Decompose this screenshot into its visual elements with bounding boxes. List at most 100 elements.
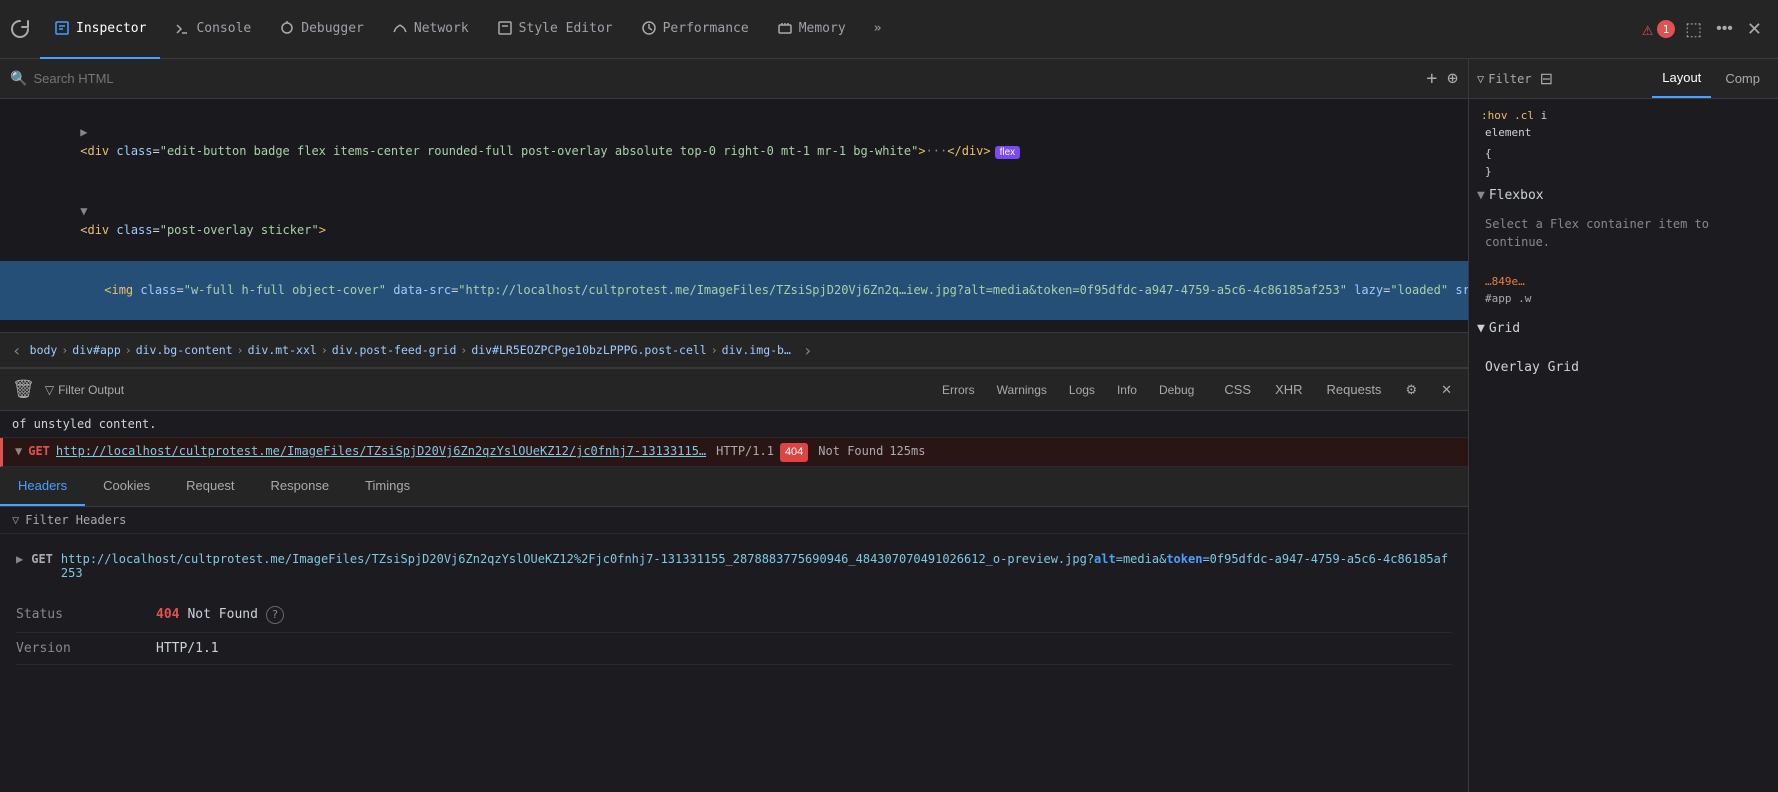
tab-network[interactable]: Network — [378, 0, 483, 59]
main-area: 🔍 + ⊕ ▶ <div class="edit-button badge fl… — [0, 59, 1778, 792]
flexbox-hint-text: Select a Flex container item to continue… — [1477, 207, 1770, 259]
bc-divimg[interactable]: div.img-b… — [722, 343, 791, 357]
tab-style-editor[interactable]: Style Editor — [483, 0, 627, 59]
bc-divid[interactable]: div#LR5EOZPCPge10bzLPPPG.post-cell — [471, 343, 706, 357]
filter-logs-button[interactable]: Logs — [1061, 379, 1103, 401]
main-toolbar: Inspector Console Debugger Network Style… — [0, 0, 1778, 59]
more-options-button[interactable]: ••• — [1712, 16, 1737, 42]
network-detail-tabs: Headers Cookies Request Response Timings — [0, 467, 1468, 507]
tab-request[interactable]: Request — [168, 468, 252, 506]
element-hint: element — [1477, 124, 1770, 141]
html-line-2[interactable]: ▼ <div class="post-overlay sticker"> — [0, 182, 1468, 261]
html-line-3-selected[interactable]: <img class="w-full h-full object-cover" … — [0, 261, 1468, 321]
tab-network-label: Network — [414, 21, 469, 36]
right-code-block: { } — [1477, 141, 1770, 184]
tab-comp[interactable]: Comp — [1715, 60, 1770, 98]
right-content: :hov .cl i element { } ▼ Flexbox Select … — [1469, 99, 1778, 792]
url-row-expand[interactable]: ▶ — [16, 552, 23, 566]
tab-layout[interactable]: Layout — [1652, 60, 1711, 98]
tab-debugger-label: Debugger — [301, 21, 364, 36]
bottom-panel: 🗑 ▽ Filter Output Errors Warnings Logs I… — [0, 369, 1468, 792]
version-value: HTTP/1.1 — [156, 641, 1452, 656]
tab-console-label: Console — [196, 21, 251, 36]
get-method-label: GET — [28, 442, 50, 460]
flexbox-section-header[interactable]: ▼ Flexbox — [1477, 184, 1770, 207]
version-label: Version — [16, 641, 156, 656]
right-panel: ▽ Filter ⊟ Layout Comp :hov .cl i elemen… — [1468, 59, 1778, 792]
breadcrumb-forward[interactable]: › — [799, 341, 817, 360]
tab-response[interactable]: Response — [253, 468, 348, 506]
tab-style-editor-label: Style Editor — [519, 21, 613, 36]
tab-cookies[interactable]: Cookies — [85, 468, 168, 506]
request-url-row: ▶ GET http://localhost/cultprotest.me/Im… — [16, 546, 1452, 586]
tab-headers[interactable]: Headers — [0, 468, 85, 506]
breadcrumb-back[interactable]: ‹ — [8, 341, 26, 360]
console-close-button[interactable]: ✕ — [1433, 378, 1460, 402]
css-filter-button[interactable]: CSS — [1216, 378, 1259, 401]
flexbox-section: ▼ Flexbox Select a Flex container item t… — [1477, 184, 1770, 259]
console-toolbar: 🗑 ▽ Filter Output Errors Warnings Logs I… — [0, 369, 1468, 411]
flexbox-chevron-icon: ▼ — [1477, 188, 1485, 203]
html-line-1[interactable]: ▶ <div class="edit-button badge flex ite… — [0, 103, 1468, 182]
filter-output-button[interactable]: ▽ Filter Output — [45, 383, 124, 397]
search-html-input[interactable] — [33, 71, 1420, 86]
right-side-values: …849e… #app .w — [1477, 271, 1770, 309]
tab-inspector-label: Inspector — [76, 21, 146, 36]
url-token-param: token — [1166, 552, 1202, 566]
grid-label: Grid — [1489, 321, 1520, 336]
bc-divmtxxl[interactable]: div.mt-xxl — [248, 343, 317, 357]
xhr-filter-button[interactable]: XHR — [1267, 378, 1310, 401]
status-404-badge: 404 — [780, 443, 808, 462]
overlay-grid-label: Overlay Grid — [1477, 352, 1770, 383]
html-inspector-section: 🔍 + ⊕ ▶ <div class="edit-button badge fl… — [0, 59, 1468, 369]
bc-divapp[interactable]: div#app — [72, 343, 120, 357]
console-info-line: of unstyled content. — [0, 411, 1468, 438]
tab-debugger[interactable]: Debugger — [265, 0, 378, 59]
error-count-badge: 1 — [1657, 20, 1675, 38]
right-toolbar: ▽ Filter ⊟ Layout Comp — [1469, 59, 1778, 99]
console-content: of unstyled content. ▼ GET http://localh… — [0, 411, 1468, 792]
tab-inspector[interactable]: Inspector — [40, 0, 160, 59]
responsive-design-button[interactable]: ⬚ — [1681, 15, 1706, 44]
status-value: 404 Not Found ? — [156, 606, 1452, 624]
error-badge-button[interactable]: ⚠ 1 — [1642, 19, 1675, 40]
grid-chevron-icon: ▼ — [1477, 321, 1485, 336]
filter-errors-button[interactable]: Errors — [934, 379, 983, 401]
html-content: ▶ <div class="edit-button badge flex ite… — [0, 99, 1468, 332]
tab-timings[interactable]: Timings — [347, 468, 428, 506]
console-right-buttons: CSS XHR Requests ⚙ ✕ — [1216, 378, 1460, 402]
url-alt-param: alt — [1094, 552, 1116, 566]
status-help-button[interactable]: ? — [266, 606, 284, 624]
console-settings-button[interactable]: ⚙ — [1397, 378, 1425, 402]
search-icon: 🔍 — [10, 71, 27, 87]
filter-info-button[interactable]: Info — [1109, 379, 1145, 401]
bc-body[interactable]: body — [30, 343, 58, 357]
filter-icon: ▽ — [45, 383, 54, 397]
bc-divbgcontent[interactable]: div.bg-content — [136, 343, 233, 357]
tab-console[interactable]: Console — [160, 0, 265, 59]
clear-console-button[interactable]: 🗑 — [8, 375, 39, 404]
filter-warnings-button[interactable]: Warnings — [989, 379, 1055, 401]
version-row: Version HTTP/1.1 — [16, 633, 1452, 665]
grid-section-header[interactable]: ▼ Grid — [1477, 317, 1770, 340]
filter-headers-icon: ▽ — [12, 513, 19, 527]
bc-divpostfeedgrid[interactable]: div.post-feed-grid — [332, 343, 457, 357]
reload-icon[interactable] — [4, 13, 36, 45]
tab-performance[interactable]: Performance — [627, 0, 763, 59]
add-node-button[interactable]: + — [1426, 68, 1437, 89]
requests-filter-button[interactable]: Requests — [1319, 378, 1390, 401]
tab-memory[interactable]: Memory — [763, 0, 860, 59]
full-left-panel: 🔍 + ⊕ ▶ <div class="edit-button badge fl… — [0, 59, 1468, 792]
pick-element-button[interactable]: ⊕ — [1447, 68, 1458, 89]
more-tabs-button[interactable]: » — [860, 0, 896, 59]
close-devtools-button[interactable]: ✕ — [1743, 15, 1766, 44]
tab-memory-label: Memory — [799, 21, 846, 36]
network-url-link[interactable]: http://localhost/cultprotest.me/ImageFil… — [56, 442, 706, 460]
layout-view-button[interactable]: ⊟ — [1536, 65, 1557, 93]
hover-indicator: :hov .cl i — [1477, 107, 1770, 124]
get-row-expand[interactable]: ▼ — [15, 442, 22, 460]
breadcrumb: ‹ body › div#app › div.bg-content › div.… — [0, 332, 1468, 368]
filter-debug-button[interactable]: Debug — [1151, 379, 1202, 401]
network-error-row: ▼ GET http://localhost/cultprotest.me/Im… — [0, 438, 1468, 467]
toolbar-right-actions: ⚠ 1 ⬚ ••• ✕ — [1642, 15, 1774, 44]
